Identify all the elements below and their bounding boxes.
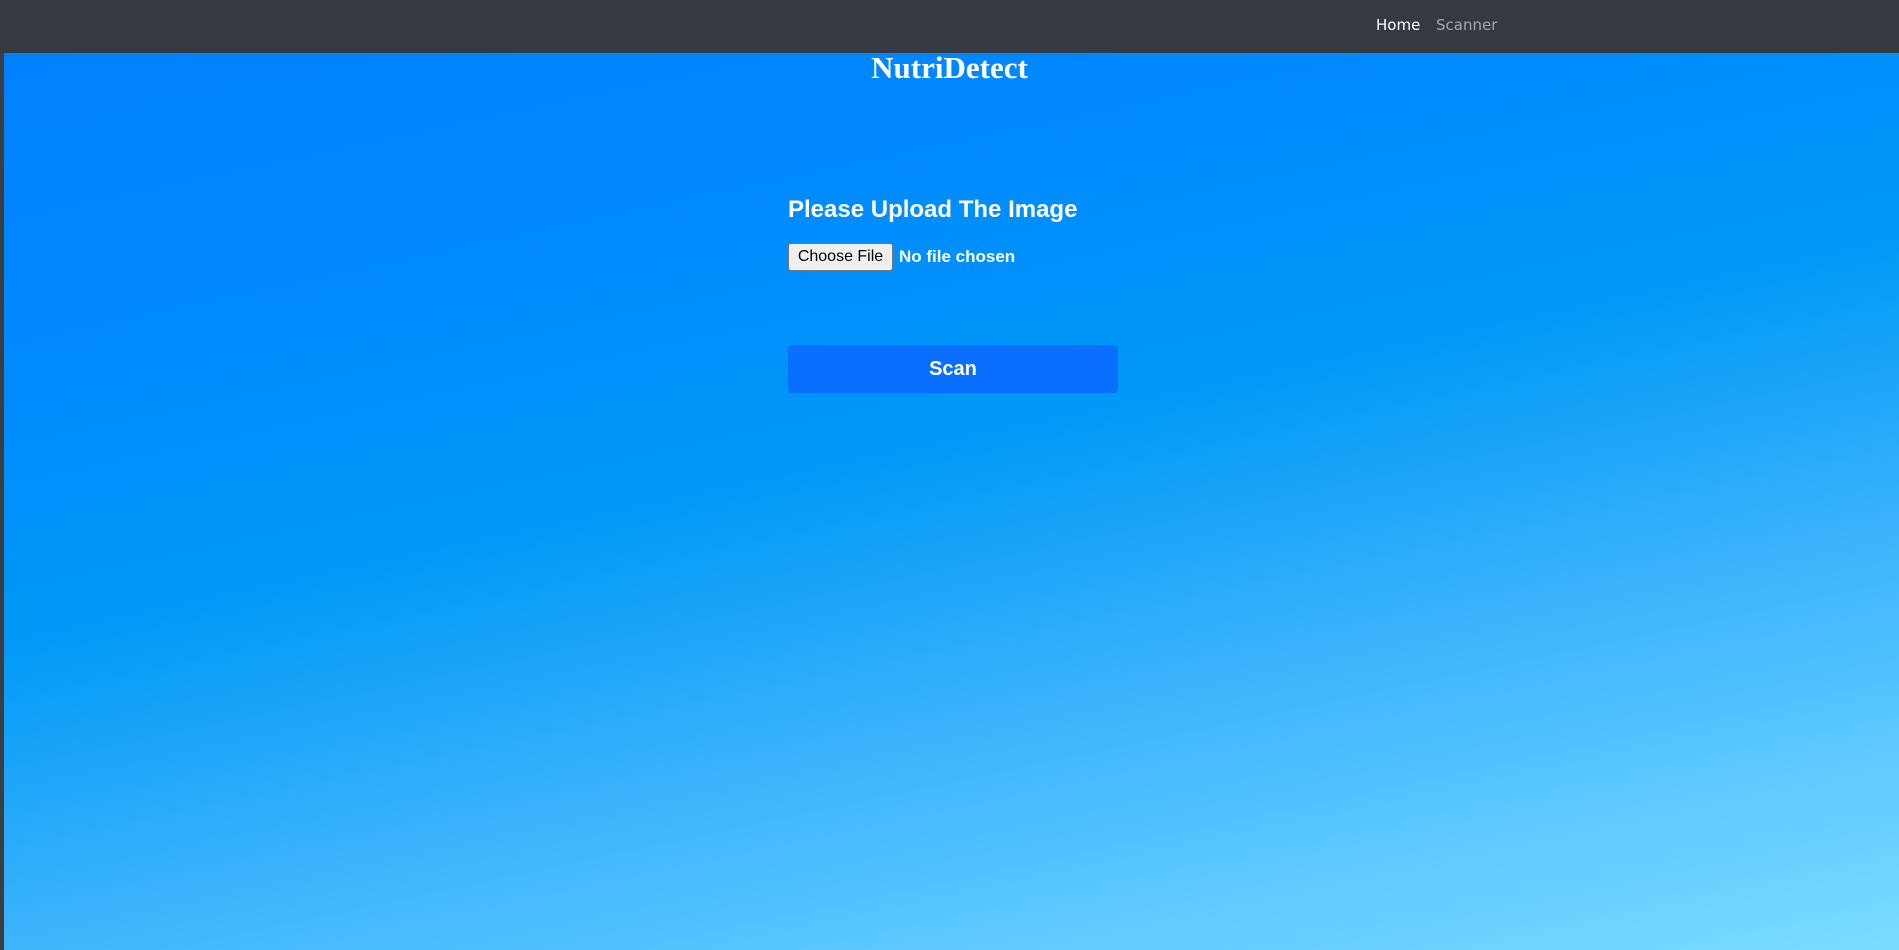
nav-link-scanner[interactable]: Scanner <box>1436 16 1497 34</box>
nav-link-home[interactable]: Home <box>1376 16 1420 34</box>
file-status-text: No file chosen <box>899 247 1016 266</box>
choose-file-button[interactable]: Choose File <box>788 243 893 271</box>
upload-heading: Please Upload The Image <box>788 196 1078 223</box>
navbar: Home Scanner <box>0 0 1899 53</box>
hero-section <box>4 53 1899 950</box>
scan-button[interactable]: Scan <box>788 345 1118 393</box>
brand-title: NutriDetect <box>871 50 1028 85</box>
